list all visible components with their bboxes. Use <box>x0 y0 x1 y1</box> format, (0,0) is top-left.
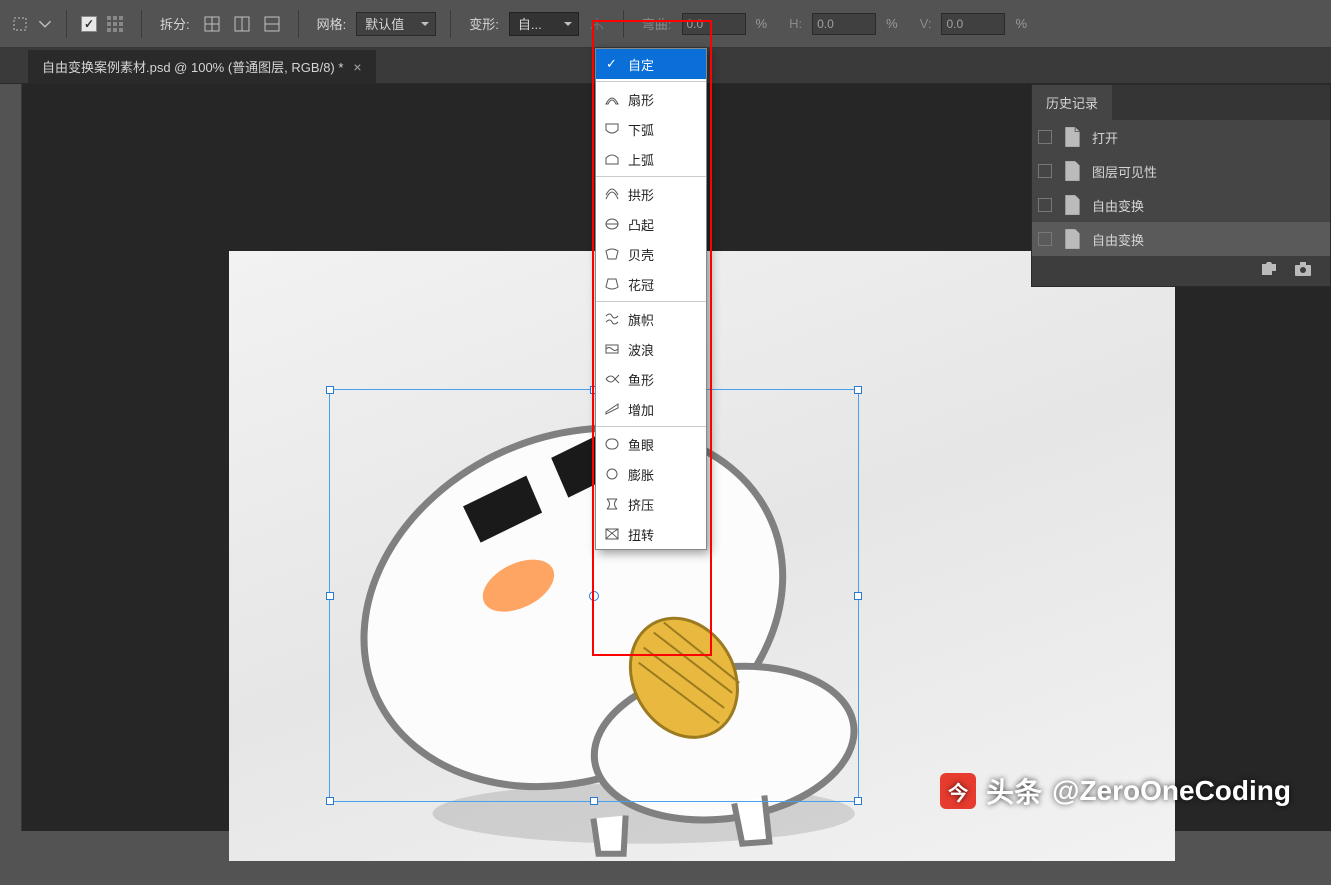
v-input[interactable] <box>941 13 1005 35</box>
v-label: V: <box>920 16 932 31</box>
history-row[interactable]: 自由变换 <box>1032 222 1330 256</box>
history-panel-footer <box>1032 256 1330 286</box>
watermark-logo-icon: 今 <box>940 773 976 809</box>
warp-item-wave[interactable]: 波浪 <box>596 334 706 364</box>
warp-item-bulge[interactable]: 凸起 <box>596 209 706 239</box>
transform-bounding-box[interactable] <box>329 389 859 802</box>
transform-tool-icon[interactable] <box>8 12 32 36</box>
history-row[interactable]: 图层可见性 <box>1032 154 1330 188</box>
document-icon <box>1062 228 1082 250</box>
warp-item-arch[interactable]: 拱形 <box>596 179 706 209</box>
percent-3: % <box>1015 16 1027 31</box>
history-row[interactable]: 自由变换 <box>1032 188 1330 222</box>
history-visibility-checkbox[interactable] <box>1038 232 1052 246</box>
left-toolbar <box>0 84 22 831</box>
document-icon <box>1062 126 1082 148</box>
warp-item-inflate[interactable]: 膨胀 <box>596 459 706 489</box>
new-snapshot-icon[interactable] <box>1260 261 1278 282</box>
warp-dropdown[interactable]: 自... <box>509 12 579 36</box>
watermark-prefix: 头条 <box>986 771 1042 811</box>
split-cross-icon[interactable] <box>200 12 224 36</box>
document-icon <box>1062 194 1082 216</box>
watermark-text: @ZeroOneCoding <box>1052 775 1291 807</box>
warp-item-shell-lower[interactable]: 贝壳 <box>596 239 706 269</box>
grid-dropdown[interactable]: 默认值 <box>356 12 436 36</box>
reference-center-icon[interactable] <box>589 591 599 601</box>
warp-item-rise[interactable]: 增加 <box>596 394 706 424</box>
history-panel: 历史记录 打开 图层可见性 自由变换 自由变换 <box>1031 84 1331 287</box>
handle-mid-right[interactable] <box>854 592 862 600</box>
warp-style-menu: 自定 扇形 下弧 上弧 拱形 凸起 贝壳 花冠 旗帜 波浪 鱼形 增加 鱼眼 膨… <box>595 48 707 550</box>
warp-item-shell-upper[interactable]: 花冠 <box>596 269 706 299</box>
warp-item-custom[interactable]: 自定 <box>596 49 706 79</box>
warp-item-fisheye[interactable]: 鱼眼 <box>596 429 706 459</box>
warp-item-arc-upper[interactable]: 上弧 <box>596 144 706 174</box>
history-tab[interactable]: 历史记录 <box>1032 85 1112 120</box>
history-row[interactable]: 打开 <box>1032 120 1330 154</box>
option-checkbox[interactable] <box>81 16 97 32</box>
dropdown-caret-icon[interactable] <box>38 12 52 36</box>
camera-icon[interactable] <box>1294 261 1312 282</box>
handle-top-right[interactable] <box>854 386 862 394</box>
document-icon <box>1062 160 1082 182</box>
handle-top-left[interactable] <box>326 386 334 394</box>
grid-label: 网格: <box>317 14 347 33</box>
history-visibility-checkbox[interactable] <box>1038 164 1052 178</box>
h-input[interactable] <box>812 13 876 35</box>
options-bar: 拆分: 网格: 默认值 变形: 自... 弯曲: % H: % V: % <box>0 0 1331 48</box>
orientation-icon[interactable] <box>585 12 609 36</box>
handle-mid-left[interactable] <box>326 592 334 600</box>
bend-label: 弯曲: <box>642 14 672 33</box>
history-visibility-checkbox[interactable] <box>1038 198 1052 212</box>
bend-input[interactable] <box>682 13 746 35</box>
close-tab-icon[interactable]: × <box>353 59 361 75</box>
h-label: H: <box>789 16 802 31</box>
document-tab-title: 自由变换案例素材.psd @ 100% (普通图层, RGB/8) * <box>42 57 343 76</box>
split-label: 拆分: <box>160 14 190 33</box>
document-tab[interactable]: 自由变换案例素材.psd @ 100% (普通图层, RGB/8) * × <box>28 50 376 83</box>
handle-bot-mid[interactable] <box>590 797 598 805</box>
warp-item-fish[interactable]: 鱼形 <box>596 364 706 394</box>
warp-item-twist[interactable]: 扭转 <box>596 519 706 549</box>
warp-item-flag[interactable]: 旗帜 <box>596 304 706 334</box>
handle-bot-right[interactable] <box>854 797 862 805</box>
warp-item-arc[interactable]: 扇形 <box>596 84 706 114</box>
handle-bot-left[interactable] <box>326 797 334 805</box>
warp-label: 变形: <box>469 14 499 33</box>
split-horizontal-icon[interactable] <box>260 12 284 36</box>
warp-item-squeeze[interactable]: 挤压 <box>596 489 706 519</box>
history-visibility-checkbox[interactable] <box>1038 130 1052 144</box>
percent-1: % <box>756 16 768 31</box>
split-vertical-icon[interactable] <box>230 12 254 36</box>
reference-point-icon[interactable] <box>103 12 127 36</box>
watermark: 今 头条 @ZeroOneCoding <box>940 771 1291 811</box>
warp-item-arc-lower[interactable]: 下弧 <box>596 114 706 144</box>
percent-2: % <box>886 16 898 31</box>
